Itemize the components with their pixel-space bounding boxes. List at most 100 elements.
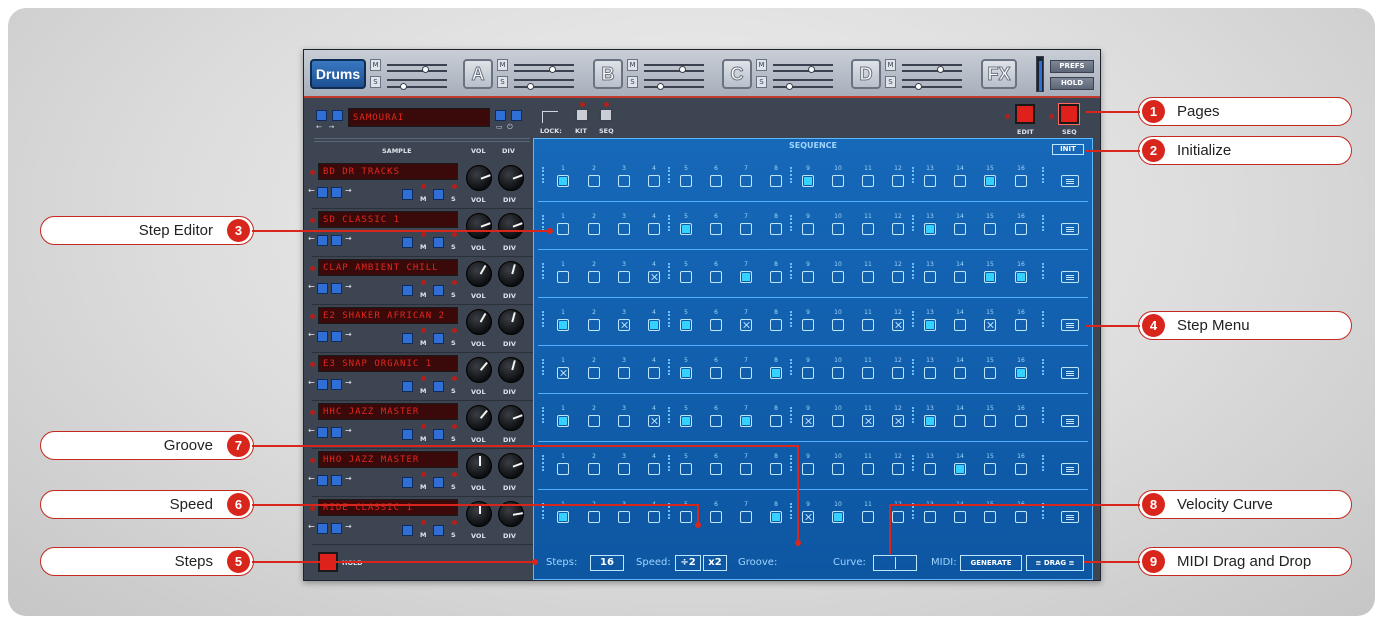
step-toggle[interactable] bbox=[802, 175, 814, 187]
sample-prev-button[interactable] bbox=[317, 379, 328, 390]
generate-button[interactable]: GENERATE bbox=[960, 555, 1022, 571]
sample-prev-button[interactable] bbox=[317, 283, 328, 294]
step-toggle[interactable] bbox=[710, 271, 722, 283]
step-toggle[interactable] bbox=[770, 223, 782, 235]
step-toggle[interactable] bbox=[557, 319, 569, 331]
solo-d-button[interactable]: S bbox=[885, 76, 896, 88]
step-toggle[interactable] bbox=[954, 175, 966, 187]
step-toggle[interactable] bbox=[832, 415, 844, 427]
kit-next-button[interactable] bbox=[332, 110, 343, 121]
step-toggle[interactable] bbox=[770, 271, 782, 283]
sample-name-display[interactable]: HHO JAZZ MASTER bbox=[318, 451, 458, 468]
track-solo-button[interactable] bbox=[433, 285, 444, 296]
step-toggle[interactable] bbox=[588, 511, 600, 523]
step-toggle[interactable] bbox=[588, 415, 600, 427]
step-toggle[interactable] bbox=[710, 367, 722, 379]
sample-name-display[interactable]: SD CLASSIC 1 bbox=[318, 211, 458, 228]
div-knob[interactable] bbox=[498, 309, 524, 335]
speed-mul-button[interactable]: x2 bbox=[703, 555, 727, 571]
step-toggle[interactable] bbox=[862, 463, 874, 475]
mute-c-button[interactable]: M bbox=[756, 59, 767, 71]
step-toggle[interactable] bbox=[680, 175, 692, 187]
step-toggle[interactable] bbox=[892, 511, 904, 523]
mini-fader-knob[interactable] bbox=[657, 83, 664, 90]
sample-name-display[interactable]: HHC JAZZ MASTER bbox=[318, 403, 458, 420]
sample-next-button[interactable] bbox=[331, 475, 342, 486]
page-d-button[interactable]: D bbox=[851, 59, 881, 89]
lock-seq-toggle[interactable] bbox=[599, 108, 613, 122]
step-toggle[interactable] bbox=[954, 223, 966, 235]
step-toggle[interactable] bbox=[740, 511, 752, 523]
step-toggle[interactable] bbox=[680, 223, 692, 235]
step-menu-button[interactable] bbox=[1061, 319, 1079, 331]
step-toggle[interactable] bbox=[770, 175, 782, 187]
step-toggle[interactable] bbox=[1015, 511, 1027, 523]
step-toggle[interactable] bbox=[924, 319, 936, 331]
kit-save-button[interactable] bbox=[511, 110, 522, 121]
step-toggle[interactable] bbox=[1015, 223, 1027, 235]
step-toggle[interactable] bbox=[1015, 319, 1027, 331]
step-toggle[interactable] bbox=[924, 463, 936, 475]
track-solo-button[interactable] bbox=[433, 381, 444, 392]
track-mute-button[interactable] bbox=[402, 189, 413, 200]
div-knob[interactable] bbox=[498, 213, 524, 239]
step-menu-button[interactable] bbox=[1061, 415, 1079, 427]
step-toggle[interactable] bbox=[557, 511, 569, 523]
step-toggle[interactable] bbox=[648, 511, 660, 523]
track-mute-button[interactable] bbox=[402, 525, 413, 536]
step-toggle[interactable] bbox=[862, 415, 874, 427]
step-toggle[interactable] bbox=[924, 223, 936, 235]
step-toggle[interactable] bbox=[892, 319, 904, 331]
step-toggle[interactable] bbox=[740, 271, 752, 283]
step-toggle[interactable] bbox=[618, 511, 630, 523]
mute-d-button[interactable]: M bbox=[885, 59, 896, 71]
kit-folder-button[interactable] bbox=[495, 110, 506, 121]
seq-page-button[interactable] bbox=[1059, 104, 1079, 124]
step-toggle[interactable] bbox=[892, 175, 904, 187]
track-mute-button[interactable] bbox=[402, 285, 413, 296]
step-toggle[interactable] bbox=[648, 367, 660, 379]
div-knob[interactable] bbox=[498, 405, 524, 431]
step-toggle[interactable] bbox=[588, 367, 600, 379]
mini-fader-knob[interactable] bbox=[808, 66, 815, 73]
step-toggle[interactable] bbox=[924, 511, 936, 523]
volume-knob[interactable] bbox=[466, 261, 492, 287]
step-toggle[interactable] bbox=[710, 463, 722, 475]
step-toggle[interactable] bbox=[740, 463, 752, 475]
page-fx-button[interactable]: FX bbox=[981, 59, 1017, 89]
page-drums-button[interactable]: Drums bbox=[310, 59, 366, 89]
step-toggle[interactable] bbox=[892, 367, 904, 379]
step-toggle[interactable] bbox=[1015, 367, 1027, 379]
volume-knob[interactable] bbox=[466, 165, 492, 191]
step-toggle[interactable] bbox=[680, 415, 692, 427]
sample-name-display[interactable]: BD DR TRACKS bbox=[318, 163, 458, 180]
track-mute-button[interactable] bbox=[402, 477, 413, 488]
div-knob[interactable] bbox=[498, 453, 524, 479]
step-toggle[interactable] bbox=[984, 223, 996, 235]
step-toggle[interactable] bbox=[954, 511, 966, 523]
mini-fader-knob[interactable] bbox=[422, 66, 429, 73]
sample-next-button[interactable] bbox=[331, 427, 342, 438]
step-toggle[interactable] bbox=[984, 511, 996, 523]
sample-next-button[interactable] bbox=[331, 283, 342, 294]
prefs-button[interactable]: PREFS bbox=[1050, 60, 1094, 73]
step-toggle[interactable] bbox=[588, 175, 600, 187]
midi-drag-button[interactable]: ≡ DRAG ≡ bbox=[1026, 555, 1084, 571]
step-toggle[interactable] bbox=[740, 223, 752, 235]
step-toggle[interactable] bbox=[618, 319, 630, 331]
step-toggle[interactable] bbox=[770, 511, 782, 523]
sample-name-display[interactable]: RIDE CLASSIC 1 bbox=[318, 499, 458, 516]
step-toggle[interactable] bbox=[1015, 271, 1027, 283]
step-toggle[interactable] bbox=[588, 271, 600, 283]
step-toggle[interactable] bbox=[802, 271, 814, 283]
step-toggle[interactable] bbox=[802, 367, 814, 379]
sample-next-button[interactable] bbox=[331, 331, 342, 342]
track-solo-button[interactable] bbox=[433, 237, 444, 248]
step-menu-button[interactable] bbox=[1061, 463, 1079, 475]
init-button[interactable]: INIT bbox=[1052, 144, 1084, 155]
step-toggle[interactable] bbox=[770, 367, 782, 379]
sample-prev-button[interactable] bbox=[317, 187, 328, 198]
solo-drums-button[interactable]: S bbox=[370, 76, 381, 88]
step-toggle[interactable] bbox=[588, 463, 600, 475]
step-toggle[interactable] bbox=[618, 415, 630, 427]
